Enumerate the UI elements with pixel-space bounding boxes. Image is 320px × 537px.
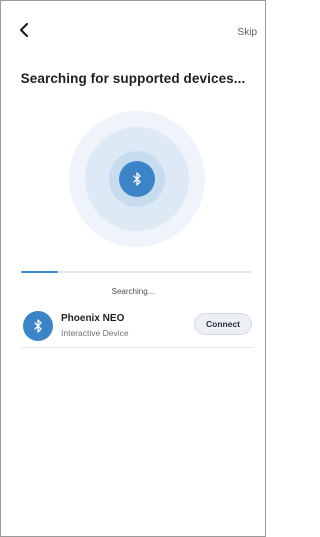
radar-center	[119, 161, 155, 197]
device-icon	[23, 311, 53, 341]
bluetooth-icon	[133, 172, 141, 186]
bluetooth-icon	[34, 319, 42, 333]
search-progress-bar	[21, 271, 251, 273]
device-list-item[interactable]: Phoenix NEO Interactive Device Connect	[21, 309, 252, 348]
bluetooth-radar	[69, 111, 205, 247]
app-screen: Skip Searching for supported devices... …	[0, 0, 266, 537]
search-progress-fill	[21, 271, 58, 273]
device-type: Interactive Device	[61, 328, 129, 338]
device-name: Phoenix NEO	[61, 313, 125, 324]
back-button[interactable]	[13, 19, 35, 41]
page-title: Searching for supported devices...	[20, 71, 246, 86]
search-status-text: Searching...	[111, 287, 155, 296]
skip-button[interactable]: Skip	[238, 27, 257, 38]
connect-button[interactable]: Connect	[194, 313, 252, 335]
chevron-left-icon	[20, 23, 28, 37]
